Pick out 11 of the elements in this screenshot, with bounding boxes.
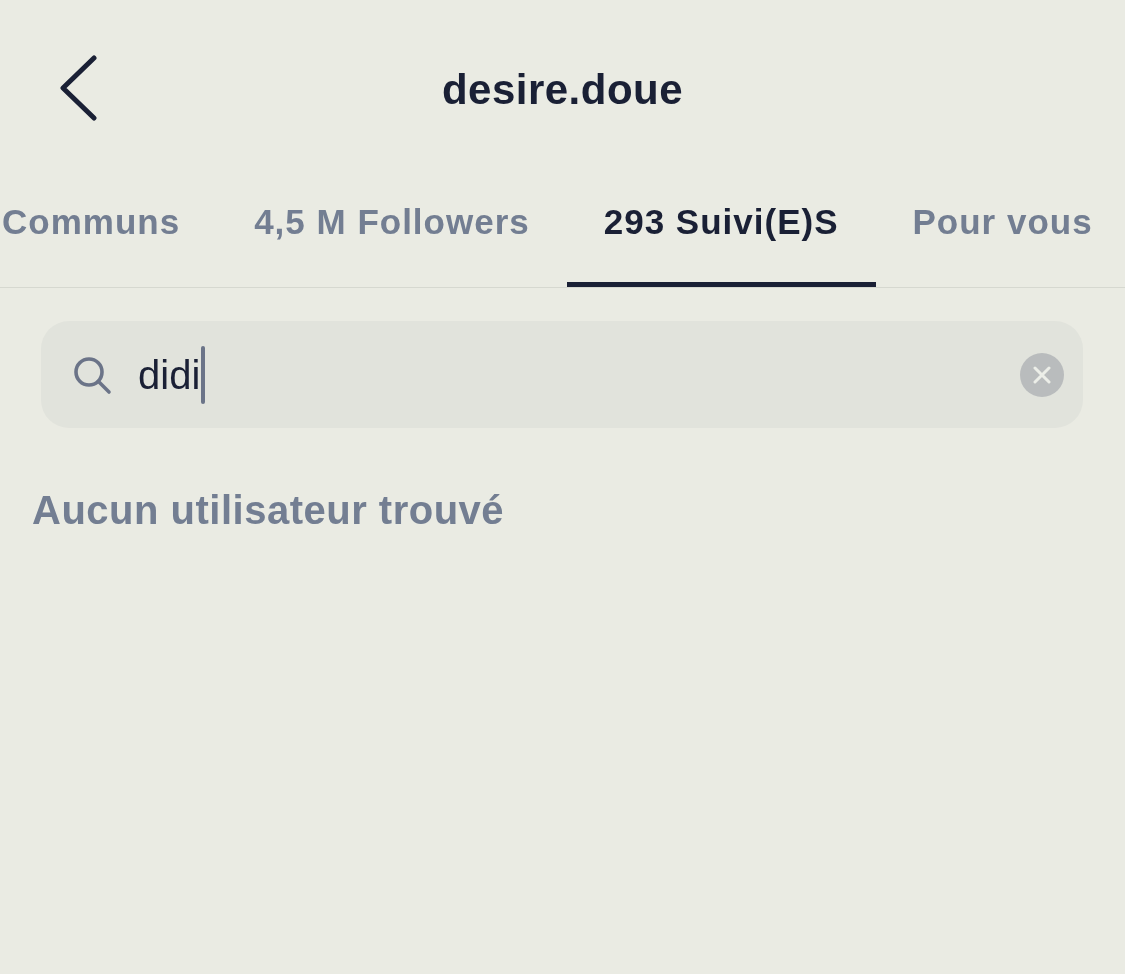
- tab[interactable]: Communs: [0, 186, 218, 287]
- close-icon: [1033, 365, 1051, 384]
- search-field[interactable]: didi: [41, 321, 1083, 428]
- back-icon: [58, 55, 98, 121]
- back-button[interactable]: [58, 55, 98, 121]
- search-icon: [72, 354, 112, 395]
- tab[interactable]: 293 Suivi(E)S: [566, 186, 876, 287]
- empty-message: Aucun utilisateur trouvé: [32, 487, 506, 533]
- tab[interactable]: Pour vous: [875, 186, 1125, 287]
- profile-title: desire.doue: [441, 65, 684, 115]
- tab[interactable]: 4,5 M Followers: [217, 186, 567, 287]
